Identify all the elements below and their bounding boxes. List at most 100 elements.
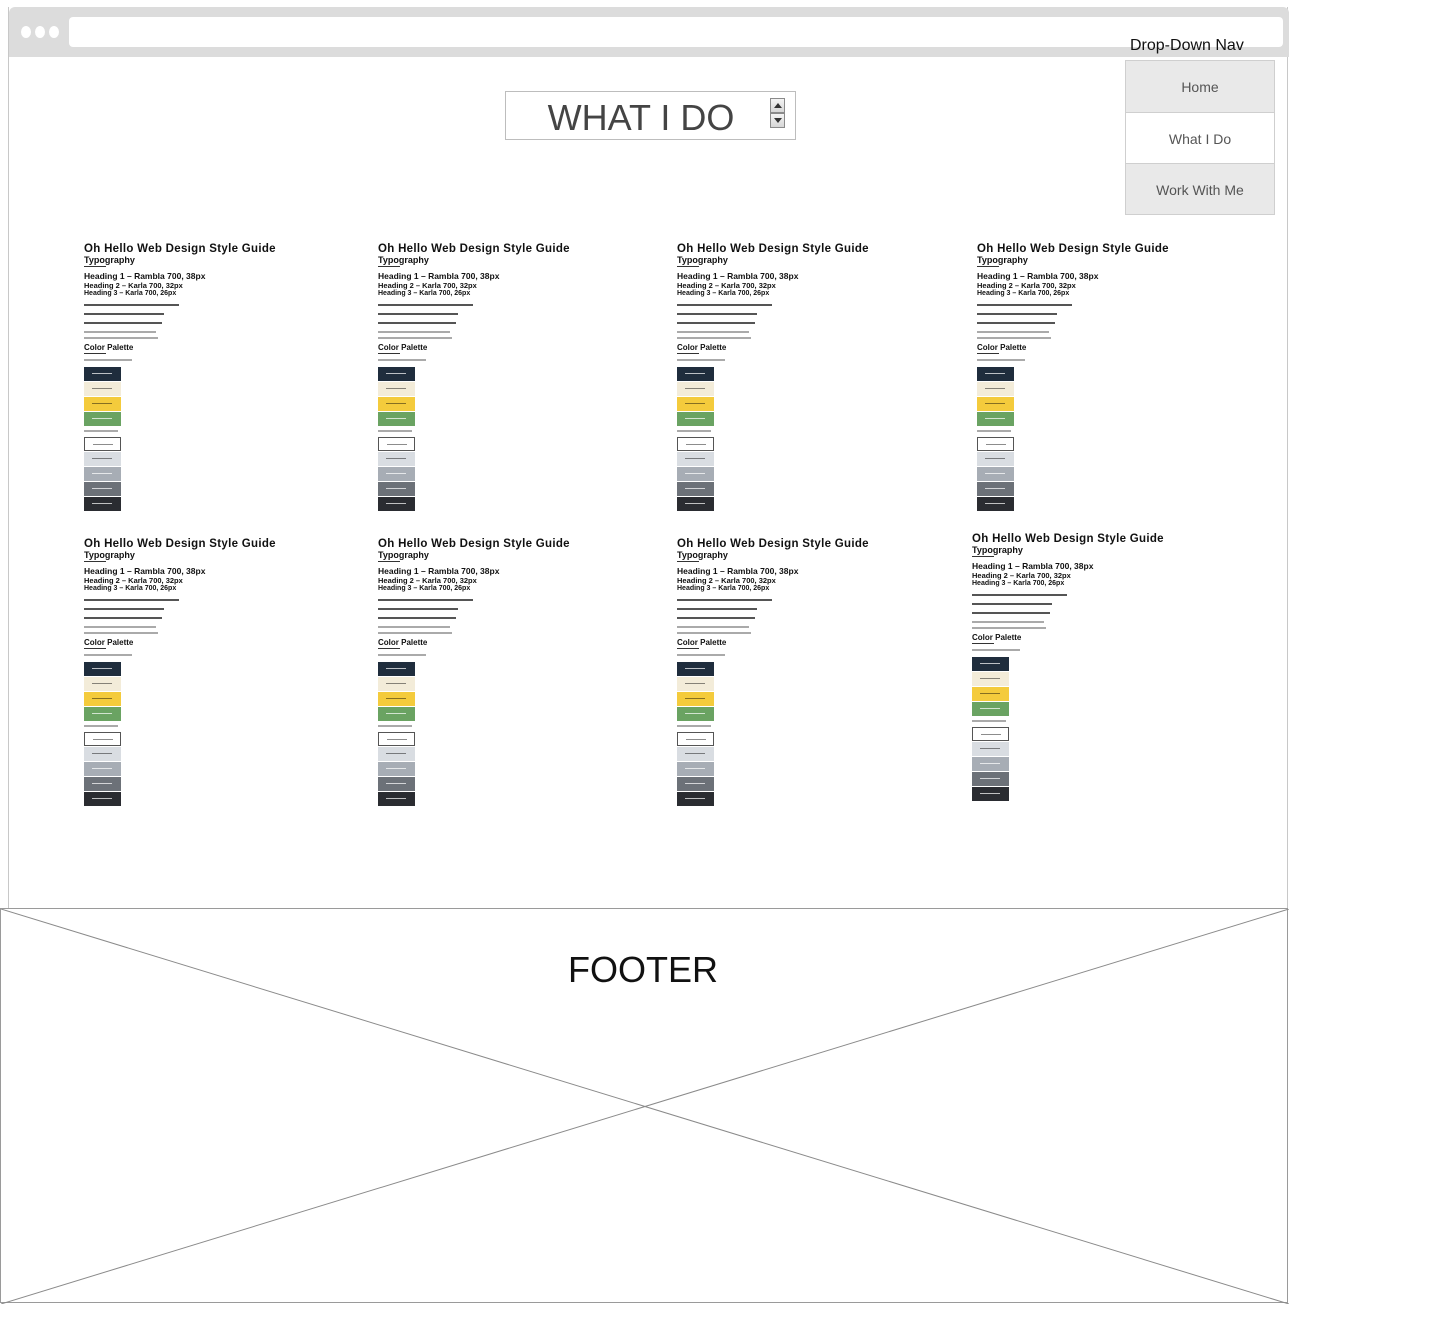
color-swatch xyxy=(677,662,714,676)
footer-label: FOOTER xyxy=(568,949,718,990)
text-sample-line xyxy=(977,337,1051,339)
color-swatch xyxy=(378,747,415,761)
palette-label-line xyxy=(84,430,118,432)
color-swatch xyxy=(677,397,714,411)
heading-sample-3: Heading 3 – Karla 700, 26px xyxy=(677,585,770,592)
style-guide-thumbnail[interactable]: Oh Hello Web Design Style Guide Typograph… xyxy=(378,538,658,813)
thumbnail-subtitle: Typography xyxy=(84,550,135,560)
palette-label-line xyxy=(677,654,725,656)
color-swatch xyxy=(84,467,121,481)
thumbnail-subtitle: Typography xyxy=(977,255,1028,265)
heading-sample-2: Heading 2 – Karla 700, 32px xyxy=(677,281,776,290)
color-swatch xyxy=(84,707,121,721)
heading-sample-2: Heading 2 – Karla 700, 32px xyxy=(84,576,183,585)
text-sample-line xyxy=(972,627,1046,629)
color-swatch xyxy=(972,687,1009,701)
dropdown-nav: Home What I Do Work With Me xyxy=(1125,60,1275,215)
text-sample-line xyxy=(378,626,450,628)
text-sample-line xyxy=(84,617,162,619)
divider xyxy=(84,648,106,649)
color-swatch xyxy=(378,437,415,451)
footer-placeholder: FOOTER xyxy=(0,908,1289,1304)
stepper-up-button[interactable] xyxy=(770,98,785,113)
text-sample-line xyxy=(378,617,456,619)
color-swatch xyxy=(378,677,415,691)
color-swatch xyxy=(378,762,415,776)
heading-sample-1: Heading 1 – Rambla 700, 38px xyxy=(677,271,799,281)
style-guide-thumbnail[interactable]: Oh Hello Web Design Style Guide Typograph… xyxy=(677,243,957,518)
text-sample-line xyxy=(84,331,156,333)
style-guide-thumbnail[interactable]: Oh Hello Web Design Style Guide Typograph… xyxy=(378,243,658,518)
color-swatch xyxy=(378,482,415,496)
palette-title: Color Palette xyxy=(378,343,428,352)
color-swatch xyxy=(84,452,121,466)
color-swatch xyxy=(677,437,714,451)
palette-title: Color Palette xyxy=(677,638,727,647)
color-swatch xyxy=(84,732,121,746)
thumbnail-subtitle: Typography xyxy=(84,255,135,265)
thumbnail-subtitle: Typography xyxy=(972,545,1023,555)
thumbnail-subtitle: Typography xyxy=(677,550,728,560)
color-swatch xyxy=(84,497,121,511)
nav-item-what-i-do[interactable]: What I Do xyxy=(1125,112,1275,164)
color-swatch xyxy=(677,482,714,496)
palette-title: Color Palette xyxy=(378,638,428,647)
page-title: WHAT I DO xyxy=(547,97,735,138)
color-swatch xyxy=(677,707,714,721)
heading-sample-3: Heading 3 – Karla 700, 26px xyxy=(972,580,1065,587)
heading-sample-1: Heading 1 – Rambla 700, 38px xyxy=(972,561,1094,571)
text-sample-line xyxy=(677,337,751,339)
color-swatch xyxy=(84,747,121,761)
color-swatch xyxy=(378,452,415,466)
thumbnail-title: Oh Hello Web Design Style Guide xyxy=(84,538,276,550)
heading-sample-2: Heading 2 – Karla 700, 32px xyxy=(677,576,776,585)
address-bar[interactable] xyxy=(69,17,1283,47)
page-title-stepper[interactable]: WHAT I DO xyxy=(505,91,796,140)
text-sample-line xyxy=(972,603,1052,605)
color-swatch xyxy=(972,657,1009,671)
stepper-down-button[interactable] xyxy=(770,113,785,128)
text-sample-line xyxy=(84,632,158,634)
color-swatch xyxy=(84,397,121,411)
palette-label-line xyxy=(84,359,132,361)
color-swatch xyxy=(677,467,714,481)
text-sample-line xyxy=(84,337,158,339)
text-sample-line xyxy=(378,304,473,306)
heading-sample-1: Heading 1 – Rambla 700, 38px xyxy=(84,566,206,576)
color-swatch xyxy=(677,412,714,426)
text-sample-line xyxy=(972,621,1044,623)
heading-sample-3: Heading 3 – Karla 700, 26px xyxy=(84,585,177,592)
text-sample-line xyxy=(972,612,1050,614)
color-swatch xyxy=(378,692,415,706)
color-swatch xyxy=(677,777,714,791)
heading-sample-2: Heading 2 – Karla 700, 32px xyxy=(84,281,183,290)
style-guide-thumbnail[interactable]: Oh Hello Web Design Style Guide Typograph… xyxy=(84,538,364,813)
style-guide-thumbnail[interactable]: Oh Hello Web Design Style Guide Typograph… xyxy=(972,533,1252,808)
color-swatch xyxy=(977,367,1014,381)
color-swatch xyxy=(378,777,415,791)
nav-item-home[interactable]: Home xyxy=(1125,60,1275,113)
heading-sample-3: Heading 3 – Karla 700, 26px xyxy=(977,290,1070,297)
color-swatch xyxy=(972,702,1009,716)
thumbnail-subtitle: Typography xyxy=(378,550,429,560)
color-swatch xyxy=(84,792,121,806)
palette-label-line xyxy=(677,725,711,727)
nav-item-work-with-me[interactable]: Work With Me xyxy=(1125,163,1275,215)
heading-sample-1: Heading 1 – Rambla 700, 38px xyxy=(84,271,206,281)
text-sample-line xyxy=(378,322,456,324)
thumbnail-title: Oh Hello Web Design Style Guide xyxy=(378,243,570,255)
palette-label-line xyxy=(972,720,1006,722)
thumbnail-subtitle: Typography xyxy=(378,255,429,265)
color-swatch xyxy=(84,662,121,676)
palette-label-line xyxy=(972,649,1020,651)
color-swatch xyxy=(677,692,714,706)
heading-sample-1: Heading 1 – Rambla 700, 38px xyxy=(977,271,1099,281)
thumbnail-title: Oh Hello Web Design Style Guide xyxy=(677,538,869,550)
nav-title: Drop-Down Nav xyxy=(1130,37,1244,54)
color-swatch xyxy=(972,742,1009,756)
color-swatch xyxy=(378,412,415,426)
style-guide-thumbnail[interactable]: Oh Hello Web Design Style Guide Typograph… xyxy=(84,243,364,518)
divider xyxy=(84,561,106,562)
style-guide-thumbnail[interactable]: Oh Hello Web Design Style Guide Typograph… xyxy=(677,538,957,813)
style-guide-thumbnail[interactable]: Oh Hello Web Design Style Guide Typograph… xyxy=(977,243,1257,518)
